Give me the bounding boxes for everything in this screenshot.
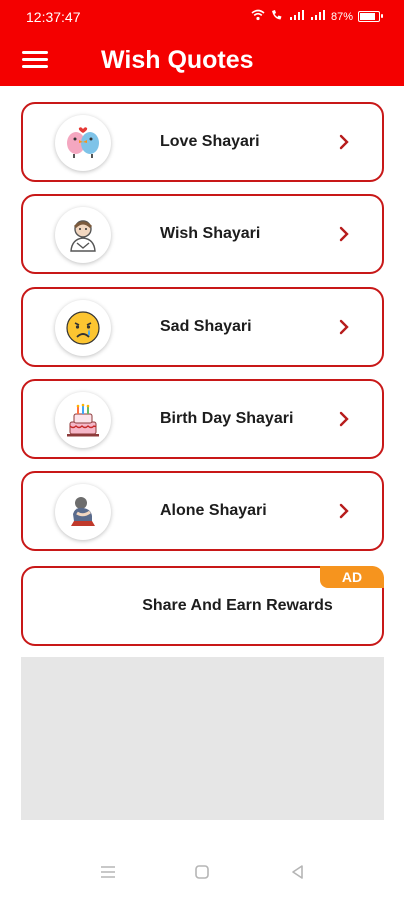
wifi-icon <box>251 9 265 24</box>
category-card-wish[interactable]: Wish Shayari <box>21 194 384 274</box>
chevron-right-icon <box>339 319 349 335</box>
system-nav-bar <box>0 840 404 900</box>
signal-icon <box>310 9 326 24</box>
category-label: Wish Shayari <box>160 225 261 242</box>
promo-label: Share And Earn Rewards <box>142 597 333 614</box>
crying-face-icon <box>55 300 111 356</box>
hamburger-menu-icon[interactable] <box>22 50 48 70</box>
category-label: Birth Day Shayari <box>160 410 294 427</box>
category-card-sad[interactable]: Sad Shayari <box>21 287 384 367</box>
category-card-alone[interactable]: Alone Shayari <box>21 471 384 551</box>
battery-icon <box>358 11 383 22</box>
home-icon[interactable] <box>190 862 214 882</box>
page-title: Wish Quotes <box>101 46 254 74</box>
status-time: 12:37:47 <box>26 9 81 25</box>
share-and-earn-card[interactable]: AD Share And Earn Rewards <box>21 566 384 646</box>
category-label: Love Shayari <box>160 133 260 150</box>
wishing-person-icon <box>55 207 111 263</box>
chevron-right-icon <box>339 411 349 427</box>
battery-percent: 87% <box>330 10 353 23</box>
alone-person-icon <box>55 484 111 540</box>
category-label: Alone Shayari <box>160 502 267 519</box>
recents-icon[interactable] <box>96 862 120 882</box>
category-card-love[interactable]: Love Shayari <box>21 102 384 182</box>
status-icons: 87% <box>251 9 383 24</box>
love-birds-icon <box>55 115 111 171</box>
call-icon <box>270 9 284 24</box>
chevron-right-icon <box>339 226 349 242</box>
chevron-right-icon <box>339 134 349 150</box>
chevron-right-icon <box>339 503 349 519</box>
app-header: 12:37:47 87% Wish Quotes <box>0 0 404 86</box>
ad-banner[interactable] <box>21 657 384 820</box>
back-icon[interactable] <box>286 862 310 882</box>
category-card-birthday[interactable]: Birth Day Shayari <box>21 379 384 459</box>
birthday-cake-icon <box>55 392 111 448</box>
signal-icon <box>289 9 305 24</box>
status-bar: 12:37:47 87% <box>0 0 404 34</box>
category-label: Sad Shayari <box>160 318 252 335</box>
